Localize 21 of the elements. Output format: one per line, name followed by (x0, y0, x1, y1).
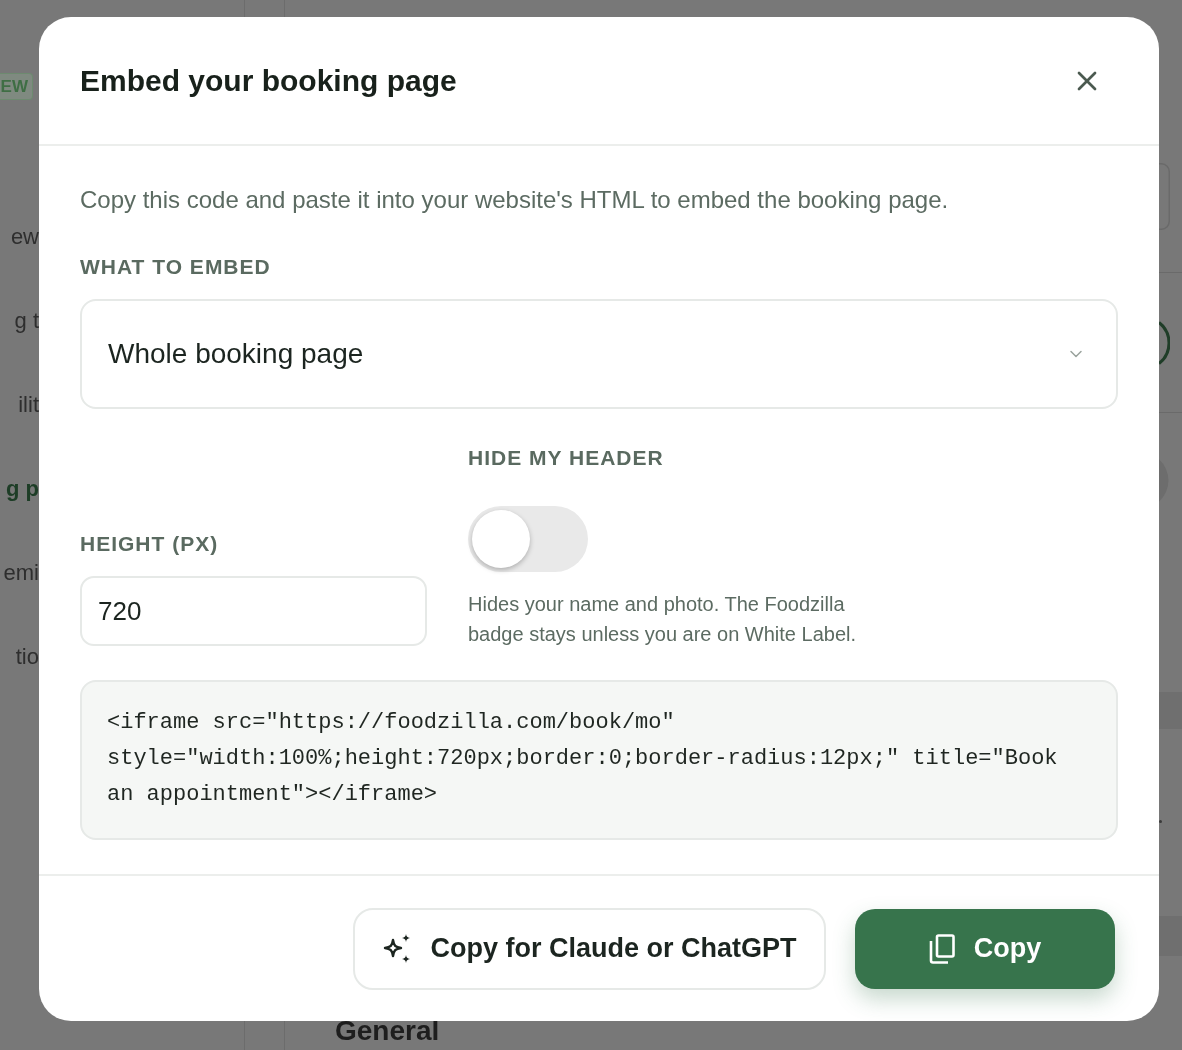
field-label: WHAT TO EMBED (80, 254, 271, 280)
sidebar-item[interactable]: tio (15, 614, 39, 698)
sidebar-item[interactable]: g t (14, 278, 39, 362)
field-label: HIDE MY HEADER (468, 445, 664, 471)
badge: EW (0, 73, 33, 100)
height-input[interactable]: 720 (80, 576, 427, 646)
field-label: HEIGHT (PX) (80, 531, 219, 557)
sidebar-item[interactable]: g p (6, 446, 39, 530)
hint-text: Hides your name and photo. The Foodzilla badge stays unless you are on White Label. (468, 592, 858, 647)
section-heading: General (335, 1014, 440, 1048)
card-edge (1159, 163, 1170, 230)
embed-select[interactable]: Whole booking page (80, 299, 1118, 409)
sidebar-item[interactable]: ew (10, 194, 39, 278)
copy-icon (928, 933, 955, 964)
code-block: <iframe src="https://foodzilla.com/book/mo" style="width:100%;height:720px;border:0;border-radius:12px;" title="Book an appointment"></iframe> (80, 680, 1118, 840)
description-text: Copy this code and paste it into your website's HTML to embed the booking page. (80, 185, 949, 215)
sidebar-item[interactable]: emi (3, 530, 39, 614)
sidebar-item[interactable]: ilit (18, 362, 39, 446)
dialog-title: Embed your booking page (80, 62, 457, 99)
copy-for-ai-button[interactable]: Copy for Claude or ChatGPT (353, 907, 826, 990)
copy-button[interactable]: Copy (855, 908, 1115, 989)
